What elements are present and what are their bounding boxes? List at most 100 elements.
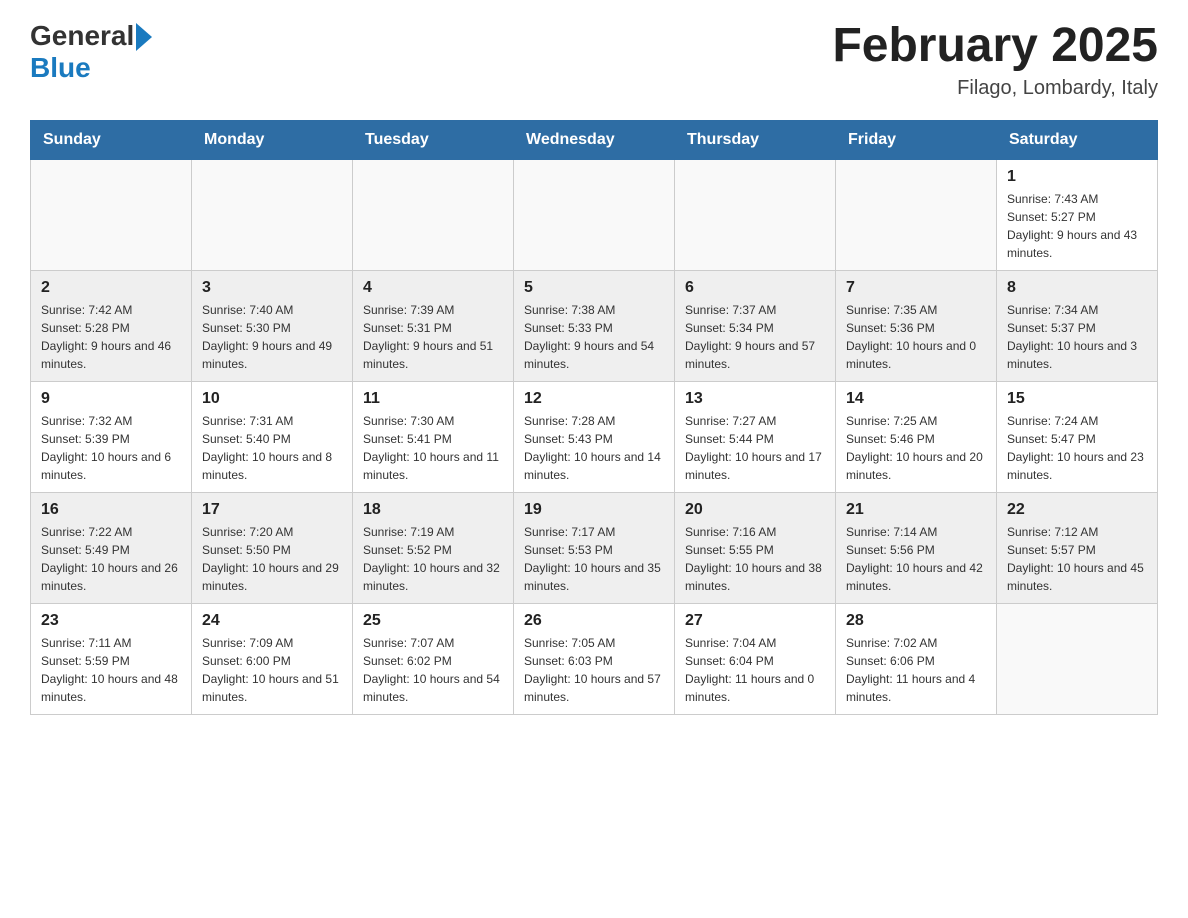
day-number: 22 [1007,501,1147,519]
day-info: Sunrise: 7:28 AM Sunset: 5:43 PM Dayligh… [524,412,664,484]
day-number: 16 [41,501,181,519]
calendar-cell [675,159,836,270]
calendar-cell: 10 Sunrise: 7:31 AM Sunset: 5:40 PM Dayli… [192,381,353,492]
day-info: Sunrise: 7:25 AM Sunset: 5:46 PM Dayligh… [846,412,986,484]
day-info: Sunrise: 7:39 AM Sunset: 5:31 PM Dayligh… [363,301,503,373]
day-number: 14 [846,390,986,408]
calendar-cell: 18 Sunrise: 7:19 AM Sunset: 5:52 PM Dayli… [353,492,514,603]
day-info: Sunrise: 7:24 AM Sunset: 5:47 PM Dayligh… [1007,412,1147,484]
weekday-header-tuesday: Tuesday [353,120,514,159]
calendar-cell: 8 Sunrise: 7:34 AM Sunset: 5:37 PM Daylig… [997,270,1158,381]
day-number: 10 [202,390,342,408]
weekday-header-wednesday: Wednesday [514,120,675,159]
day-number: 4 [363,279,503,297]
day-number: 25 [363,612,503,630]
calendar-cell: 26Sunrise: 7:05 AM Sunset: 6:03 PM Dayli… [514,603,675,714]
calendar-header-row: SundayMondayTuesdayWednesdayThursdayFrid… [31,120,1158,159]
calendar-cell: 24 Sunrise: 7:09 AM Sunset: 6:00 PM Dayli… [192,603,353,714]
calendar-cell: 19Sunrise: 7:17 AM Sunset: 5:53 PM Dayli… [514,492,675,603]
calendar-cell: 27 Sunrise: 7:04 AM Sunset: 6:04 PM Dayli… [675,603,836,714]
calendar-week-row: 9 Sunrise: 7:32 AM Sunset: 5:39 PM Daylig… [31,381,1158,492]
day-number: 28 [846,612,986,630]
calendar-cell: 28 Sunrise: 7:02 AM Sunset: 6:06 PM Dayli… [836,603,997,714]
day-info: Sunrise: 7:37 AM Sunset: 5:34 PM Dayligh… [685,301,825,373]
day-number: 12 [524,390,664,408]
page-header: General Blue February 2025 Filago, Lomba… [30,20,1158,100]
day-info: Sunrise: 7:40 AM Sunset: 5:30 PM Dayligh… [202,301,342,373]
day-number: 1 [1007,168,1147,186]
day-number: 24 [202,612,342,630]
day-number: 27 [685,612,825,630]
day-number: 13 [685,390,825,408]
day-info: Sunrise: 7:34 AM Sunset: 5:37 PM Dayligh… [1007,301,1147,373]
location-subtitle: Filago, Lombardy, Italy [832,77,1158,100]
calendar-cell: 14 Sunrise: 7:25 AM Sunset: 5:46 PM Dayli… [836,381,997,492]
calendar-cell: 15 Sunrise: 7:24 AM Sunset: 5:47 PM Dayli… [997,381,1158,492]
day-number: 20 [685,501,825,519]
day-number: 5 [524,279,664,297]
day-info: Sunrise: 7:09 AM Sunset: 6:00 PM Dayligh… [202,634,342,706]
calendar-cell: 20 Sunrise: 7:16 AM Sunset: 5:55 PM Dayli… [675,492,836,603]
weekday-header-monday: Monday [192,120,353,159]
day-info: Sunrise: 7:38 AM Sunset: 5:33 PM Dayligh… [524,301,664,373]
calendar-week-row: 2 Sunrise: 7:42 AM Sunset: 5:28 PM Daylig… [31,270,1158,381]
day-info: Sunrise: 7:27 AM Sunset: 5:44 PM Dayligh… [685,412,825,484]
day-info: Sunrise: 7:19 AM Sunset: 5:52 PM Dayligh… [363,523,503,595]
logo: General Blue [30,20,152,84]
day-number: 26 [524,612,664,630]
day-number: 2 [41,279,181,297]
weekday-header-thursday: Thursday [675,120,836,159]
day-info: Sunrise: 7:30 AM Sunset: 5:41 PM Dayligh… [363,412,503,484]
calendar-cell: 21 Sunrise: 7:14 AM Sunset: 5:56 PM Dayli… [836,492,997,603]
calendar-cell: 2 Sunrise: 7:42 AM Sunset: 5:28 PM Daylig… [31,270,192,381]
day-number: 3 [202,279,342,297]
day-info: Sunrise: 7:35 AM Sunset: 5:36 PM Dayligh… [846,301,986,373]
day-info: Sunrise: 7:42 AM Sunset: 5:28 PM Dayligh… [41,301,181,373]
day-number: 9 [41,390,181,408]
month-title: February 2025 [832,20,1158,73]
calendar-cell [31,159,192,270]
title-section: February 2025 Filago, Lombardy, Italy [832,20,1158,100]
day-info: Sunrise: 7:22 AM Sunset: 5:49 PM Dayligh… [41,523,181,595]
day-info: Sunrise: 7:04 AM Sunset: 6:04 PM Dayligh… [685,634,825,706]
day-info: Sunrise: 7:14 AM Sunset: 5:56 PM Dayligh… [846,523,986,595]
day-number: 6 [685,279,825,297]
day-info: Sunrise: 7:32 AM Sunset: 5:39 PM Dayligh… [41,412,181,484]
weekday-header-saturday: Saturday [997,120,1158,159]
day-number: 17 [202,501,342,519]
day-info: Sunrise: 7:17 AM Sunset: 5:53 PM Dayligh… [524,523,664,595]
day-info: Sunrise: 7:16 AM Sunset: 5:55 PM Dayligh… [685,523,825,595]
day-number: 11 [363,390,503,408]
calendar-cell: 22 Sunrise: 7:12 AM Sunset: 5:57 PM Dayli… [997,492,1158,603]
day-number: 18 [363,501,503,519]
day-number: 23 [41,612,181,630]
calendar-cell [192,159,353,270]
calendar-cell: 11 Sunrise: 7:30 AM Sunset: 5:41 PM Dayli… [353,381,514,492]
calendar-cell: 16 Sunrise: 7:22 AM Sunset: 5:49 PM Dayli… [31,492,192,603]
calendar-cell [836,159,997,270]
logo-general-text: General [30,20,134,52]
day-number: 7 [846,279,986,297]
calendar-cell: 17 Sunrise: 7:20 AM Sunset: 5:50 PM Dayli… [192,492,353,603]
day-number: 8 [1007,279,1147,297]
calendar-cell: 9 Sunrise: 7:32 AM Sunset: 5:39 PM Daylig… [31,381,192,492]
calendar-table: SundayMondayTuesdayWednesdayThursdayFrid… [30,120,1158,715]
calendar-cell [997,603,1158,714]
calendar-cell [514,159,675,270]
day-info: Sunrise: 7:11 AM Sunset: 5:59 PM Dayligh… [41,634,181,706]
calendar-week-row: 1 Sunrise: 7:43 AM Sunset: 5:27 PM Daylig… [31,159,1158,270]
calendar-week-row: 23 Sunrise: 7:11 AM Sunset: 5:59 PM Dayli… [31,603,1158,714]
calendar-cell: 6 Sunrise: 7:37 AM Sunset: 5:34 PM Daylig… [675,270,836,381]
day-number: 15 [1007,390,1147,408]
day-number: 21 [846,501,986,519]
calendar-cell: 3 Sunrise: 7:40 AM Sunset: 5:30 PM Daylig… [192,270,353,381]
calendar-cell [353,159,514,270]
calendar-week-row: 16 Sunrise: 7:22 AM Sunset: 5:49 PM Dayli… [31,492,1158,603]
day-info: Sunrise: 7:07 AM Sunset: 6:02 PM Dayligh… [363,634,503,706]
calendar-cell: 1 Sunrise: 7:43 AM Sunset: 5:27 PM Daylig… [997,159,1158,270]
day-info: Sunrise: 7:12 AM Sunset: 5:57 PM Dayligh… [1007,523,1147,595]
day-info: Sunrise: 7:20 AM Sunset: 5:50 PM Dayligh… [202,523,342,595]
day-info: Sunrise: 7:43 AM Sunset: 5:27 PM Dayligh… [1007,190,1147,262]
day-info: Sunrise: 7:31 AM Sunset: 5:40 PM Dayligh… [202,412,342,484]
day-info: Sunrise: 7:02 AM Sunset: 6:06 PM Dayligh… [846,634,986,706]
